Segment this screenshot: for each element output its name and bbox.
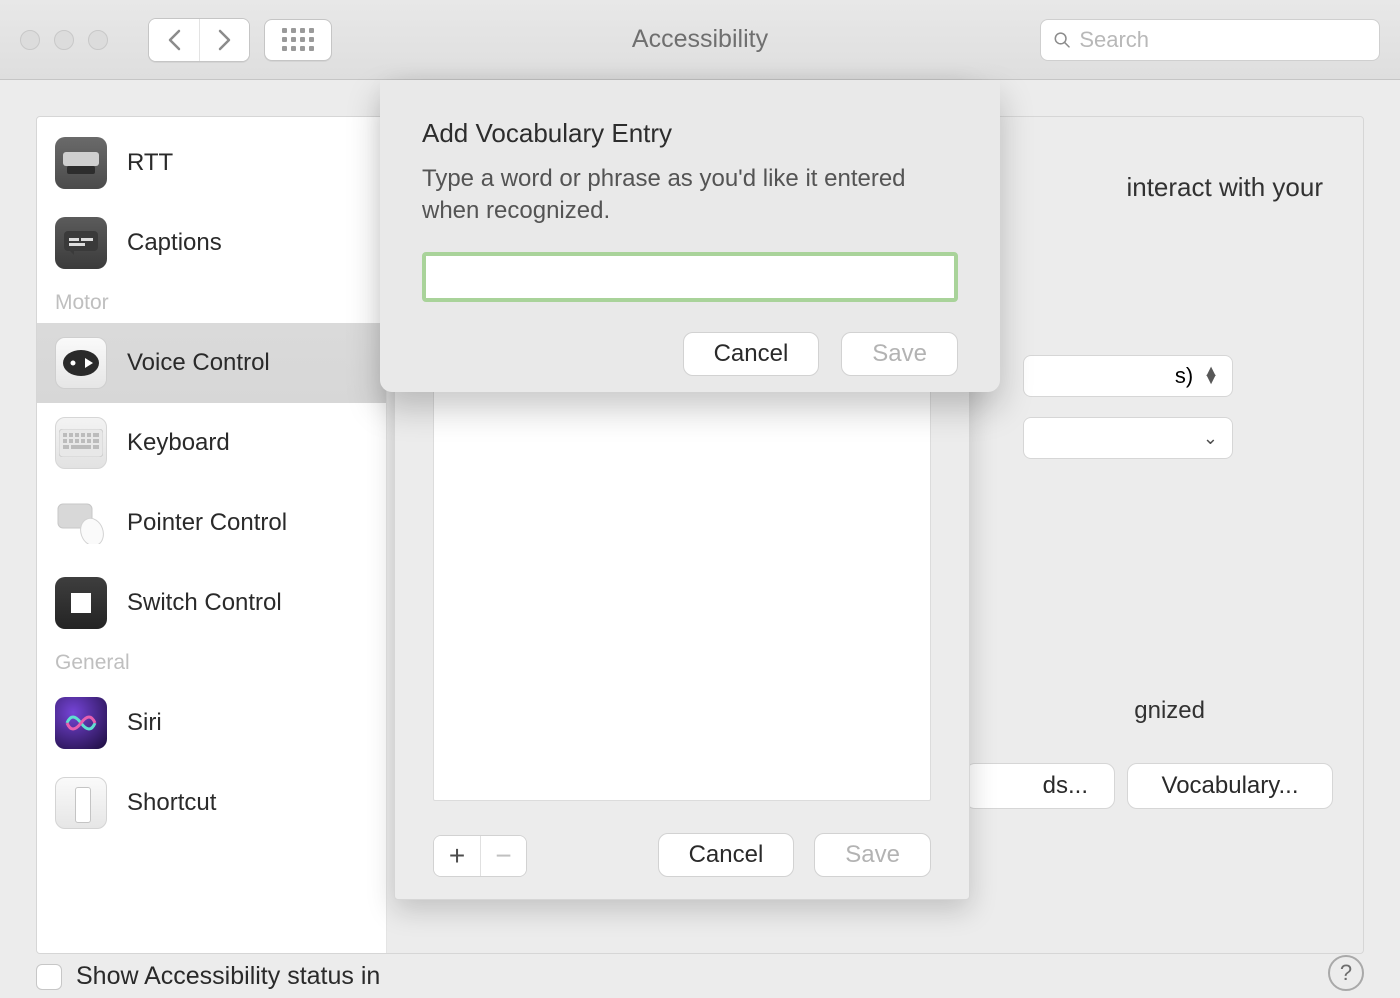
add-vocabulary-input-wrap <box>422 252 958 302</box>
chevron-down-icon: ⌄ <box>1203 428 1218 449</box>
dropdown-value-fragment: s) <box>1175 363 1193 389</box>
show-status-row: Show Accessibility status in <box>36 962 380 991</box>
switch-control-icon <box>55 577 107 629</box>
vocabulary-cancel-button[interactable]: Cancel <box>658 833 795 877</box>
sidebar-item-label: Voice Control <box>127 349 270 377</box>
forward-button[interactable] <box>199 19 249 61</box>
add-vocabulary-cancel-button[interactable]: Cancel <box>683 332 820 376</box>
sidebar-item-captions[interactable]: Captions <box>37 203 386 283</box>
commands-button-label: ds... <box>1043 772 1088 800</box>
grid-icon <box>282 28 314 51</box>
sidebar-item-label: RTT <box>127 149 173 177</box>
sidebar-item-shortcut[interactable]: Shortcut <box>37 763 386 843</box>
minimize-window-button[interactable] <box>54 30 74 50</box>
sidebar-item-pointer-control[interactable]: Pointer Control <box>37 483 386 563</box>
rtt-icon <box>55 137 107 189</box>
sidebar-item-label: Siri <box>127 709 162 737</box>
vocabulary-add-remove: + − <box>433 835 527 877</box>
siri-icon <box>55 697 107 749</box>
microphone-dropdown[interactable]: ⌄ <box>1023 417 1233 459</box>
back-button[interactable] <box>149 19 199 61</box>
chevron-right-icon <box>218 29 232 51</box>
vocabulary-save-button[interactable]: Save <box>814 833 931 877</box>
sidebar-item-keyboard[interactable]: Keyboard <box>37 403 386 483</box>
sidebar-item-label: Switch Control <box>127 589 282 617</box>
chevron-left-icon <box>167 29 181 51</box>
shortcut-icon <box>55 777 107 829</box>
sidebar-item-switch-control[interactable]: Switch Control <box>37 563 386 643</box>
keyboard-icon <box>55 417 107 469</box>
sidebar: RTT Captions Motor Voice Control Keyboar… <box>37 117 387 953</box>
search-icon <box>1053 30 1071 50</box>
pane-description-fragment: interact with your <box>1126 172 1323 203</box>
zoom-window-button[interactable] <box>88 30 108 50</box>
sidebar-section-general: General <box>37 643 386 683</box>
sidebar-item-label: Shortcut <box>127 789 216 817</box>
sidebar-item-label: Pointer Control <box>127 509 287 537</box>
vocabulary-add-button[interactable]: + <box>434 836 480 876</box>
titlebar: Accessibility <box>0 0 1400 80</box>
up-down-chevron-icon: ▲▼ <box>1203 368 1218 384</box>
add-vocabulary-description: Type a word or phrase as you'd like it e… <box>422 163 922 228</box>
show-all-button[interactable] <box>264 19 332 61</box>
add-vocabulary-input[interactable] <box>426 256 954 298</box>
recognized-text-fragment: gnized <box>1134 697 1205 725</box>
sidebar-item-rtt[interactable]: RTT <box>37 123 386 203</box>
window-title: Accessibility <box>632 25 768 54</box>
close-window-button[interactable] <box>20 30 40 50</box>
search-field[interactable] <box>1040 19 1380 61</box>
vocabulary-list[interactable] <box>433 381 931 801</box>
window-controls <box>20 30 108 50</box>
sidebar-item-siri[interactable]: Siri <box>37 683 386 763</box>
nav-buttons <box>148 18 250 62</box>
add-vocabulary-popover: Add Vocabulary Entry Type a word or phra… <box>380 80 1000 392</box>
captions-icon <box>55 217 107 269</box>
sidebar-item-voice-control[interactable]: Voice Control <box>37 323 386 403</box>
sidebar-item-label: Captions <box>127 229 222 257</box>
sidebar-section-motor: Motor <box>37 283 386 323</box>
language-dropdown[interactable]: s) ▲▼ <box>1023 355 1233 397</box>
vocabulary-button[interactable]: Vocabulary... <box>1127 763 1333 809</box>
vocabulary-sheet-actions: Cancel Save <box>658 833 931 877</box>
search-input[interactable] <box>1079 27 1367 53</box>
add-vocabulary-actions: Cancel Save <box>422 332 958 376</box>
vocabulary-button-label: Vocabulary... <box>1162 772 1299 800</box>
vocabulary-remove-button[interactable]: − <box>480 836 526 876</box>
add-vocabulary-save-button[interactable]: Save <box>841 332 958 376</box>
sidebar-item-label: Keyboard <box>127 429 230 457</box>
pointer-control-icon <box>55 497 107 549</box>
show-status-label: Show Accessibility status in <box>76 962 380 991</box>
help-button[interactable]: ? <box>1328 955 1364 991</box>
commands-button[interactable]: ds... <box>965 763 1115 809</box>
add-vocabulary-title: Add Vocabulary Entry <box>422 118 958 149</box>
show-status-checkbox[interactable] <box>36 964 62 990</box>
voice-control-icon <box>55 337 107 389</box>
